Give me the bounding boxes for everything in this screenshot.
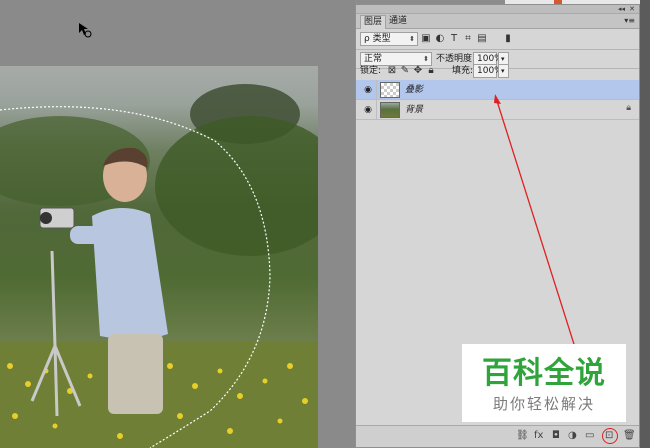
shape-filter-icon[interactable]: ⌗ [462, 32, 474, 46]
cursor-icon [78, 22, 92, 41]
layers-list: ◉ 叠影 ◉ 背景 🔒︎ [356, 80, 639, 120]
layer-style-icon[interactable]: fx [534, 430, 543, 441]
filter-row: ρ 类型 ⬍ ▣ ◐ T ⌗ ▤ ▮ [356, 30, 639, 48]
panel-menu-icon[interactable]: ▾≡ [624, 16, 635, 25]
panel-tabs: 图层 通道 ▾≡ [356, 14, 639, 29]
image-filter-icon[interactable]: ▣ [420, 32, 432, 46]
adjustment-filter-icon[interactable]: ◐ [434, 32, 446, 46]
watermark: 百科全说 助你轻松解决 [462, 344, 626, 422]
lock-label: 锁定: [360, 66, 382, 76]
panel-title-bar: ◂◂ ✕ [356, 5, 639, 14]
lock-transparent-icon[interactable]: ⊠ [386, 64, 398, 78]
collapse-icon[interactable]: ◂◂ [618, 5, 625, 13]
filter-toggle-icon[interactable]: ▮ [502, 32, 514, 46]
eye-icon[interactable]: ◉ [362, 84, 374, 96]
type-icon[interactable]: T [448, 32, 460, 46]
link-layers-icon[interactable]: ⛓ [516, 430, 529, 441]
lock-icon[interactable]: 🔒︎ [425, 64, 437, 78]
document-image[interactable] [0, 66, 318, 448]
annotation-circle [602, 428, 618, 444]
photo-illustration [0, 84, 318, 448]
chevron-down-icon: ⬍ [409, 35, 415, 43]
mask-icon[interactable]: ◘ [552, 430, 560, 441]
filter-kind-select[interactable]: ρ 类型 ⬍ [360, 32, 418, 46]
divider [376, 80, 377, 100]
trash-icon[interactable]: 🗑︎ [623, 430, 636, 441]
adjustment-icon[interactable]: ◑ [568, 430, 577, 441]
filter-kind-value: ρ 类型 [364, 34, 391, 44]
layer-row[interactable]: ◉ 叠影 [356, 80, 639, 100]
eye-icon[interactable]: ◉ [362, 104, 374, 116]
panel-bottom-toolbar: ⛓ fx ◘ ◑ ▭ ⊡ 🗑︎ [356, 425, 639, 447]
brush-icon[interactable]: ✎ [399, 64, 411, 78]
group-icon[interactable]: ▭ [585, 430, 594, 441]
lock-icon: 🔒︎ [626, 103, 631, 113]
close-icon[interactable]: ✕ [629, 5, 635, 13]
divider [376, 100, 377, 120]
layer-name[interactable]: 背景 [405, 100, 423, 120]
layer-thumbnail [380, 102, 400, 118]
tab-channels[interactable]: 通道 [386, 15, 410, 29]
watermark-title: 百科全说 [482, 356, 606, 391]
fill-label: 填充: [452, 66, 474, 76]
right-edge-strip [640, 0, 650, 448]
layer-thumbnail [380, 82, 400, 98]
layer-name[interactable]: 叠影 [405, 80, 423, 100]
watermark-subtitle: 助你轻松解决 [492, 395, 595, 413]
layer-row[interactable]: ◉ 背景 🔒︎ [356, 100, 639, 120]
fill-dropdown[interactable]: ▾ [498, 64, 509, 78]
move-icon[interactable]: ✥ [412, 64, 424, 78]
tab-layers[interactable]: 图层 [360, 15, 387, 29]
smart-object-filter-icon[interactable]: ▤ [476, 32, 488, 46]
fill-input[interactable]: 100% [473, 64, 503, 78]
lock-row: 锁定: ⊠ ✎ ✥ 🔒︎ 填充: 100% ▾ [356, 62, 639, 80]
